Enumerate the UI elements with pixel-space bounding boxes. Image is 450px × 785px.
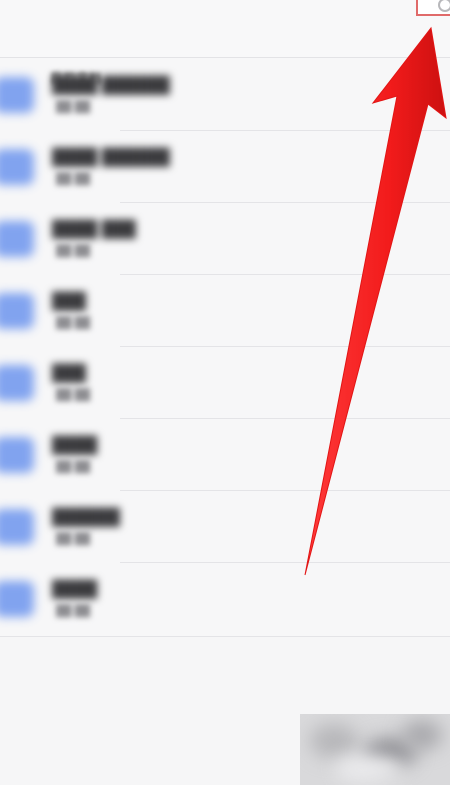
list-item-meta: ██ ██ xyxy=(56,533,91,545)
list-item[interactable]: ███ ██ ██ xyxy=(0,347,450,419)
file-list: 我的文档 ████ ██████ ██ ██ ████ ██████ ██ ██ ███… xyxy=(0,58,450,636)
list-item-meta: ██ ██ xyxy=(56,101,91,113)
folder-icon xyxy=(0,581,34,617)
list-item[interactable]: ████ ██ ██ xyxy=(0,563,450,635)
list-item[interactable]: ████ ██████ ██ ██ xyxy=(0,59,450,131)
folder-icon xyxy=(0,77,34,113)
circle-icon xyxy=(438,0,450,12)
list-item[interactable]: ████ ██ ██ xyxy=(0,419,450,491)
list-item-meta: ██ ██ xyxy=(56,245,91,257)
folder-icon xyxy=(0,437,34,473)
list-item[interactable]: ████ ██████ ██ ██ xyxy=(0,131,450,203)
folder-icon xyxy=(0,293,34,329)
list-item-meta: ██ ██ xyxy=(56,605,91,617)
top-bar xyxy=(0,0,450,58)
list-item-name: ████ ███ xyxy=(52,221,136,238)
folder-icon xyxy=(0,149,34,185)
list-item-name: ████ ██████ xyxy=(52,149,170,166)
list-item-name: ███ xyxy=(52,293,87,310)
list-item-name: ██████ xyxy=(52,509,121,526)
list-item[interactable]: ██████ ██ ██ xyxy=(0,491,450,563)
folder-icon xyxy=(0,221,34,257)
list-item[interactable]: ████ ███ ██ ██ xyxy=(0,203,450,275)
list-item-name: ████ xyxy=(52,581,98,598)
blurred-thumbnail xyxy=(300,714,450,785)
list-item-meta: ██ ██ xyxy=(56,317,91,329)
folder-icon xyxy=(0,365,34,401)
list-item-name: ███ xyxy=(52,365,87,382)
list-item-meta: ██ ██ xyxy=(56,389,91,401)
folder-icon xyxy=(0,509,34,545)
list-item[interactable]: ███ ██ ██ xyxy=(0,275,450,347)
list-item-name: ████ ██████ xyxy=(52,77,170,94)
list-item-name: ████ xyxy=(52,437,98,454)
highlighted-top-right-button[interactable] xyxy=(416,0,450,16)
list-item-meta: ██ ██ xyxy=(56,173,91,185)
list-item-meta: ██ ██ xyxy=(56,461,91,473)
